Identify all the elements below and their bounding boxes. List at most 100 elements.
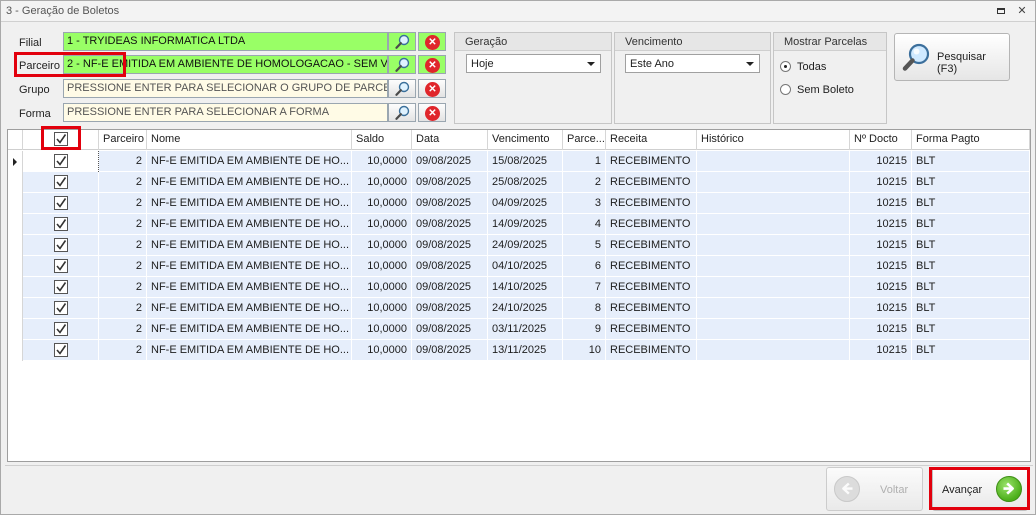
voltar-button[interactable]: Voltar (826, 467, 923, 511)
cell-parcela[interactable]: 4 (563, 214, 606, 235)
cell-nome[interactable]: NF-E EMITIDA EM AMBIENTE DE HO... (147, 235, 352, 256)
cell-saldo[interactable]: 10,0000 (352, 319, 412, 340)
cell-docto[interactable]: 10215 (850, 172, 912, 193)
cell-nome[interactable]: NF-E EMITIDA EM AMBIENTE DE HO... (147, 172, 352, 193)
cell-forma-pagto[interactable]: BLT (912, 214, 1030, 235)
cell-forma-pagto[interactable]: BLT (912, 235, 1030, 256)
table-row[interactable]: 2 NF-E EMITIDA EM AMBIENTE DE HO... 10,000… (8, 214, 1030, 235)
cell-forma-pagto[interactable]: BLT (912, 256, 1030, 277)
filial-lookup-button[interactable] (388, 32, 416, 51)
cell-parcela[interactable]: 3 (563, 193, 606, 214)
cell-docto[interactable]: 10215 (850, 151, 912, 172)
cell-saldo[interactable]: 10,0000 (352, 256, 412, 277)
header-receita[interactable]: Receita (606, 130, 697, 150)
cell-vencimento[interactable]: 13/11/2025 (488, 340, 563, 361)
table-row[interactable]: 2 NF-E EMITIDA EM AMBIENTE DE HO... 10,000… (8, 319, 1030, 340)
avancar-button[interactable]: Avançar (932, 467, 1028, 511)
cell-parceiro[interactable]: 2 (99, 193, 147, 214)
table-row[interactable]: 2 NF-E EMITIDA EM AMBIENTE DE HO... 10,000… (8, 172, 1030, 193)
filial-clear-button[interactable]: ✕ (418, 32, 446, 51)
cell-vencimento[interactable]: 04/10/2025 (488, 256, 563, 277)
forma-field[interactable]: PRESSIONE ENTER PARA SELECIONAR A FORMA (63, 103, 388, 122)
header-select-all[interactable] (23, 130, 99, 150)
table-row[interactable]: 2 NF-E EMITIDA EM AMBIENTE DE HO... 10,000… (8, 298, 1030, 319)
cell-forma-pagto[interactable]: BLT (912, 298, 1030, 319)
grupo-field[interactable]: PRESSIONE ENTER PARA SELECIONAR O GRUPO … (63, 79, 388, 98)
restore-icon[interactable] (993, 3, 1009, 19)
cell-parcela[interactable]: 2 (563, 172, 606, 193)
cell-parceiro[interactable]: 2 (99, 214, 147, 235)
cell-receita[interactable]: RECEBIMENTO (606, 214, 697, 235)
cell-parceiro[interactable]: 2 (99, 256, 147, 277)
cell-forma-pagto[interactable]: BLT (912, 193, 1030, 214)
cell-saldo[interactable]: 10,0000 (352, 277, 412, 298)
table-row[interactable]: 2 NF-E EMITIDA EM AMBIENTE DE HO... 10,000… (8, 277, 1030, 298)
cell-saldo[interactable]: 10,0000 (352, 214, 412, 235)
cell-select[interactable] (23, 298, 99, 319)
cell-select[interactable] (23, 172, 99, 193)
cell-select[interactable] (23, 193, 99, 214)
filial-field[interactable]: 1 - TRYIDEAS INFORMATICA LTDA (63, 32, 388, 51)
cell-docto[interactable]: 10215 (850, 340, 912, 361)
cell-parceiro[interactable]: 2 (99, 340, 147, 361)
cell-historico[interactable] (697, 340, 850, 361)
cell-parcela[interactable]: 8 (563, 298, 606, 319)
cell-historico[interactable] (697, 319, 850, 340)
grupo-lookup-button[interactable] (388, 79, 416, 98)
forma-clear-button[interactable]: ✕ (418, 103, 446, 122)
cell-data[interactable]: 09/08/2025 (412, 256, 488, 277)
cell-nome[interactable]: NF-E EMITIDA EM AMBIENTE DE HO... (147, 277, 352, 298)
cell-vencimento[interactable]: 24/09/2025 (488, 235, 563, 256)
cell-vencimento[interactable]: 15/08/2025 (488, 151, 563, 172)
cell-data[interactable]: 09/08/2025 (412, 172, 488, 193)
table-row[interactable]: 2 NF-E EMITIDA EM AMBIENTE DE HO... 10,000… (8, 256, 1030, 277)
cell-nome[interactable]: NF-E EMITIDA EM AMBIENTE DE HO... (147, 298, 352, 319)
cell-parceiro[interactable]: 2 (99, 319, 147, 340)
row-indicator[interactable] (8, 277, 23, 298)
cell-parceiro[interactable]: 2 (99, 298, 147, 319)
row-indicator[interactable] (8, 214, 23, 235)
cell-data[interactable]: 09/08/2025 (412, 277, 488, 298)
cell-historico[interactable] (697, 193, 850, 214)
cell-historico[interactable] (697, 151, 850, 172)
cell-docto[interactable]: 10215 (850, 214, 912, 235)
close-icon[interactable]: ✕ (1014, 3, 1030, 19)
cell-receita[interactable]: RECEBIMENTO (606, 319, 697, 340)
cell-saldo[interactable]: 10,0000 (352, 193, 412, 214)
cell-data[interactable]: 09/08/2025 (412, 298, 488, 319)
cell-vencimento[interactable]: 14/10/2025 (488, 277, 563, 298)
cell-nome[interactable]: NF-E EMITIDA EM AMBIENTE DE HO... (147, 340, 352, 361)
cell-forma-pagto[interactable]: BLT (912, 151, 1030, 172)
cell-docto[interactable]: 10215 (850, 193, 912, 214)
cell-historico[interactable] (697, 172, 850, 193)
cell-nome[interactable]: NF-E EMITIDA EM AMBIENTE DE HO... (147, 214, 352, 235)
cell-select[interactable] (23, 151, 99, 172)
parceiro-clear-button[interactable]: ✕ (418, 55, 446, 74)
cell-historico[interactable] (697, 256, 850, 277)
cell-receita[interactable]: RECEBIMENTO (606, 340, 697, 361)
cell-saldo[interactable]: 10,0000 (352, 151, 412, 172)
cell-parcela[interactable]: 1 (563, 151, 606, 172)
row-indicator[interactable] (8, 172, 23, 193)
cell-historico[interactable] (697, 214, 850, 235)
cell-forma-pagto[interactable]: BLT (912, 277, 1030, 298)
cell-data[interactable]: 09/08/2025 (412, 151, 488, 172)
cell-nome[interactable]: NF-E EMITIDA EM AMBIENTE DE HO... (147, 193, 352, 214)
cell-forma-pagto[interactable]: BLT (912, 340, 1030, 361)
header-data[interactable]: Data (412, 130, 488, 150)
search-button[interactable]: Pesquisar (F3) (894, 33, 1010, 81)
cell-historico[interactable] (697, 235, 850, 256)
cell-parcela[interactable]: 5 (563, 235, 606, 256)
cell-parceiro[interactable]: 2 (99, 235, 147, 256)
cell-select[interactable] (23, 277, 99, 298)
cell-saldo[interactable]: 10,0000 (352, 298, 412, 319)
cell-docto[interactable]: 10215 (850, 298, 912, 319)
cell-parcela[interactable]: 6 (563, 256, 606, 277)
cell-select[interactable] (23, 340, 99, 361)
row-indicator[interactable] (8, 298, 23, 319)
table-row[interactable]: 2 NF-E EMITIDA EM AMBIENTE DE HO... 10,000… (8, 193, 1030, 214)
cell-docto[interactable]: 10215 (850, 277, 912, 298)
header-parceiro[interactable]: Parceiro (99, 130, 147, 150)
row-indicator[interactable] (8, 193, 23, 214)
header-nome[interactable]: Nome (147, 130, 352, 150)
